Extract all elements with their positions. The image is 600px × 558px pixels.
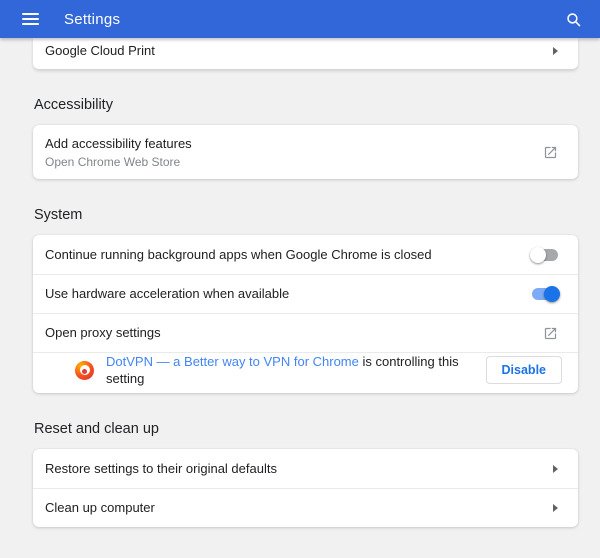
extension-name-link[interactable]: DotVPN — a Better way to VPN for Chrome — [106, 354, 359, 369]
row-subtitle: Open Chrome Web Store — [45, 154, 181, 169]
row-label: Clean up computer — [45, 500, 155, 515]
row-google-cloud-print[interactable]: Google Cloud Print — [33, 38, 578, 69]
chevron-right-icon — [553, 464, 558, 473]
accessibility-card: Add accessibility features Open Chrome W… — [33, 125, 578, 179]
menu-icon[interactable] — [22, 13, 39, 25]
reset-card: Restore settings to their original defau… — [33, 449, 578, 527]
row-add-accessibility-features[interactable]: Add accessibility features Open Chrome W… — [33, 125, 578, 179]
row-label: Google Cloud Print — [45, 43, 155, 58]
row-hardware-acceleration[interactable]: Use hardware acceleration when available — [33, 274, 578, 313]
row-title: Add accessibility features — [45, 135, 192, 151]
row-label: Continue running background apps when Go… — [45, 246, 432, 262]
settings-header: Settings — [0, 0, 600, 38]
row-restore-settings[interactable]: Restore settings to their original defau… — [33, 449, 578, 488]
toggle-thumb — [530, 246, 546, 263]
search-icon[interactable] — [565, 11, 582, 28]
row-label: Restore settings to their original defau… — [45, 460, 277, 476]
background-apps-toggle[interactable] — [530, 246, 558, 263]
advanced-card-partial: Google Cloud Print — [33, 38, 578, 69]
page-title: Settings — [64, 10, 121, 28]
settings-content: Google Cloud Print Accessibility Add acc… — [0, 38, 600, 527]
system-card: Continue running background apps when Go… — [33, 235, 578, 393]
external-link-icon — [543, 145, 558, 160]
row-extension-controlled: DotVPN — a Better way to VPN for Chrome … — [33, 352, 578, 393]
disable-extension-button[interactable]: Disable — [485, 356, 562, 384]
dotvpn-extension-icon — [75, 360, 94, 380]
row-clean-up-computer[interactable]: Clean up computer — [33, 488, 578, 527]
row-open-proxy-settings[interactable]: Open proxy settings — [33, 313, 578, 352]
external-link-icon — [543, 326, 558, 341]
row-background-apps[interactable]: Continue running background apps when Go… — [33, 235, 578, 274]
chevron-right-icon — [553, 47, 558, 55]
section-heading-reset: Reset and clean up — [34, 421, 159, 437]
toggle-thumb — [544, 286, 560, 302]
extension-status-text: DotVPN — a Better way to VPN for Chrome … — [106, 353, 486, 387]
row-label: Open proxy settings — [45, 325, 161, 340]
row-text: Add accessibility features Open Chrome W… — [45, 136, 192, 169]
chevron-right-icon — [553, 504, 558, 512]
row-label: Use hardware acceleration when available — [45, 286, 290, 301]
section-heading-system: System — [34, 207, 83, 223]
hardware-acceleration-toggle[interactable] — [532, 286, 560, 302]
section-heading-accessibility: Accessibility — [34, 97, 113, 113]
